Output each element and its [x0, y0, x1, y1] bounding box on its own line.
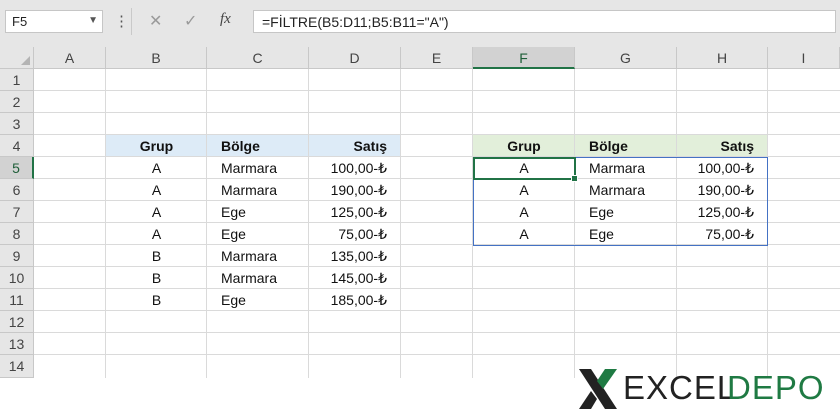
source-cell[interactable]: Marmara [207, 267, 309, 289]
col-header-b[interactable]: B [106, 47, 207, 69]
row-header-1[interactable]: 1 [0, 69, 34, 91]
row-header-4[interactable]: 4 [0, 135, 34, 157]
row-header-11[interactable]: 11 [0, 289, 34, 311]
source-cell[interactable]: 190,00-₺ [309, 179, 401, 201]
col-header-d[interactable]: D [309, 47, 401, 69]
row-header-14[interactable]: 14 [0, 355, 34, 378]
source-cell[interactable]: Marmara [207, 157, 309, 179]
gridline [34, 112, 840, 113]
source-cell[interactable]: A [106, 201, 207, 223]
source-cell[interactable]: Ege [207, 201, 309, 223]
row-header-13[interactable]: 13 [0, 333, 34, 355]
row-header-9[interactable]: 9 [0, 245, 34, 267]
source-cell[interactable]: 145,00-₺ [309, 267, 401, 289]
gridline [34, 332, 840, 333]
source-cell[interactable]: B [106, 267, 207, 289]
source-header-satis[interactable]: Satış [309, 135, 401, 157]
name-box-value: F5 [12, 14, 28, 29]
source-cell[interactable]: 185,00-₺ [309, 289, 401, 311]
row-header-7[interactable]: 7 [0, 201, 34, 223]
row-header-12[interactable]: 12 [0, 311, 34, 333]
col-header-g[interactable]: G [575, 47, 677, 69]
source-cell[interactable]: B [106, 289, 207, 311]
select-all-corner[interactable] [0, 47, 34, 69]
row-header-6[interactable]: 6 [0, 179, 34, 201]
source-cell[interactable]: Marmara [207, 245, 309, 267]
chevron-down-icon[interactable]: ▼ [88, 15, 98, 26]
col-header-i[interactable]: I [768, 47, 840, 69]
enter-icon[interactable]: ✓ [184, 11, 197, 31]
cancel-icon[interactable]: ✕ [149, 11, 162, 31]
source-cell[interactable]: A [106, 223, 207, 245]
gridline [34, 90, 840, 91]
more-options-icon[interactable]: ⋮ [114, 12, 129, 30]
exceldepo-logo: EXCEL DEPO [577, 365, 833, 415]
source-cell[interactable]: 125,00-₺ [309, 201, 401, 223]
source-cell[interactable]: 75,00-₺ [309, 223, 401, 245]
active-cell-selection[interactable] [473, 157, 578, 182]
logo-x-icon [579, 369, 617, 409]
formula-text: =FİLTRE(B5:D11;B5:B11="A") [262, 14, 449, 30]
source-header-grup[interactable]: Grup [106, 135, 207, 157]
result-header-satis[interactable]: Satış [677, 135, 768, 157]
divider [131, 8, 132, 35]
source-cell[interactable]: Ege [207, 223, 309, 245]
formula-bar-area: F5 ▼ ⋮ ✕ ✓ fx =FİLTRE(B5:D11;B5:B11="A") [0, 0, 840, 47]
result-header-bolge[interactable]: Bölge [575, 135, 677, 157]
row-header-8[interactable]: 8 [0, 223, 34, 245]
insert-function-icon[interactable]: fx [220, 11, 231, 28]
gridline [34, 354, 840, 355]
spreadsheet-grid: A B C D E F G H I 1 2 3 4 5 6 7 8 9 10 1… [0, 47, 840, 409]
logo-text-excel: EXCEL [623, 369, 737, 406]
logo-text-depo: DEPO [727, 369, 825, 406]
result-header-grup[interactable]: Grup [473, 135, 575, 157]
row-header-10[interactable]: 10 [0, 267, 34, 289]
row-header-2[interactable]: 2 [0, 91, 34, 113]
source-header-bolge[interactable]: Bölge [207, 135, 309, 157]
col-header-h[interactable]: H [677, 47, 768, 69]
col-header-e[interactable]: E [401, 47, 473, 69]
row-header-3[interactable]: 3 [0, 113, 34, 135]
source-cell[interactable]: A [106, 179, 207, 201]
row-header-5[interactable]: 5 [0, 157, 34, 179]
source-cell[interactable]: Marmara [207, 179, 309, 201]
source-cell[interactable]: Ege [207, 289, 309, 311]
col-header-a[interactable]: A [34, 47, 106, 69]
source-cell[interactable]: 100,00-₺ [309, 157, 401, 179]
col-header-c[interactable]: C [207, 47, 309, 69]
source-cell[interactable]: 135,00-₺ [309, 245, 401, 267]
name-box[interactable]: F5 ▼ [5, 10, 103, 33]
col-header-f[interactable]: F [473, 47, 575, 69]
formula-input[interactable]: =FİLTRE(B5:D11;B5:B11="A") [253, 10, 836, 33]
source-cell[interactable]: A [106, 157, 207, 179]
source-cell[interactable]: B [106, 245, 207, 267]
